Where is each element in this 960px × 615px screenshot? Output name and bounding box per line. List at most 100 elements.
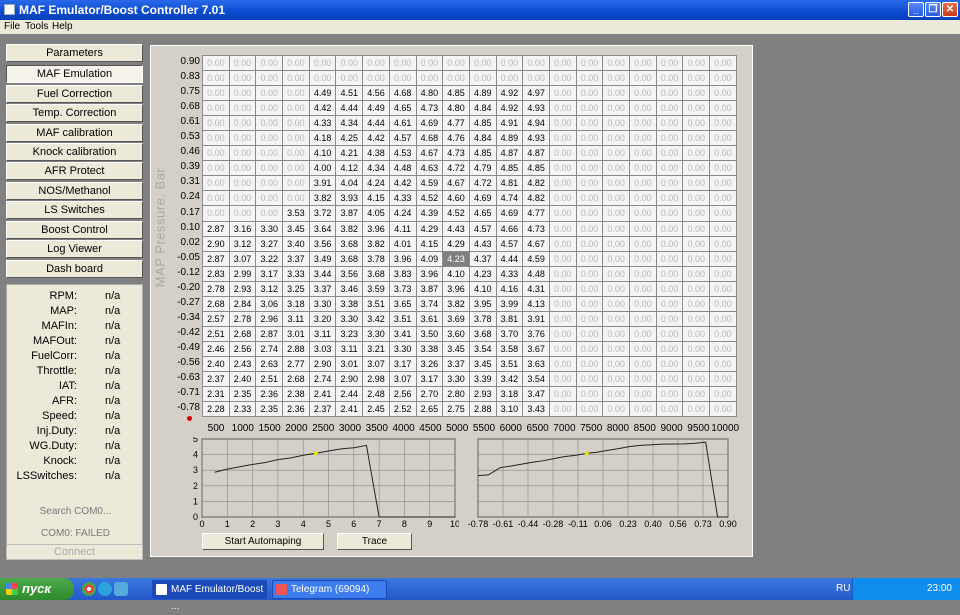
table-cell[interactable]: 4.79: [468, 160, 497, 177]
table-cell[interactable]: 2.88: [468, 401, 497, 418]
table-cell[interactable]: 4.92: [495, 85, 524, 102]
table-cell[interactable]: 0.00: [709, 370, 737, 388]
table-cell[interactable]: 4.29: [415, 220, 444, 237]
table-cell[interactable]: 0.00: [682, 340, 711, 357]
table-cell[interactable]: 4.12: [335, 160, 364, 177]
menu-tools[interactable]: Tools: [25, 21, 48, 32]
table-cell[interactable]: 0.00: [709, 220, 737, 237]
table-cell[interactable]: 0.00: [709, 401, 737, 418]
task-maf-emulator[interactable]: MAF Emulator/Boost ...: [152, 580, 267, 612]
table-cell[interactable]: 0.00: [682, 386, 711, 403]
table-cell[interactable]: 4.74: [495, 190, 524, 207]
table-cell[interactable]: 4.84: [468, 130, 497, 147]
table-cell[interactable]: 0.00: [548, 370, 577, 388]
table-cell[interactable]: 4.39: [415, 205, 444, 222]
table-cell[interactable]: 0.00: [548, 401, 577, 418]
table-cell[interactable]: 0.00: [228, 115, 257, 132]
table-cell[interactable]: 3.70: [495, 325, 524, 342]
table-cell[interactable]: 0.00: [655, 190, 684, 207]
table-cell[interactable]: 0.00: [709, 340, 737, 357]
table-cell[interactable]: 4.80: [442, 100, 470, 117]
table-cell[interactable]: 0.00: [282, 160, 310, 177]
table-cell[interactable]: 0.00: [602, 250, 630, 267]
table-cell[interactable]: 0.00: [602, 175, 630, 192]
table-cell[interactable]: 0.00: [228, 145, 257, 162]
table-cell[interactable]: 0.00: [575, 175, 604, 192]
table-cell[interactable]: 0.00: [709, 235, 737, 252]
table-cell[interactable]: 0.00: [629, 160, 657, 177]
table-cell[interactable]: 2.36: [282, 401, 310, 418]
table-cell[interactable]: 4.82: [522, 175, 550, 192]
table-cell[interactable]: 0.00: [575, 160, 604, 177]
table-cell[interactable]: 3.12: [228, 235, 257, 252]
table-cell[interactable]: 4.89: [468, 85, 497, 102]
table-cell[interactable]: 0.00: [388, 54, 417, 72]
table-cell[interactable]: 3.25: [282, 280, 310, 297]
table-cell[interactable]: 0.00: [629, 70, 657, 87]
table-cell[interactable]: 0.00: [709, 265, 737, 282]
table-cell[interactable]: 4.59: [415, 175, 444, 192]
table-cell[interactable]: 3.96: [362, 220, 390, 237]
table-cell[interactable]: 0.00: [602, 325, 630, 342]
table-cell[interactable]: 3.44: [308, 265, 337, 282]
table-cell[interactable]: 0.00: [548, 310, 577, 327]
table-cell[interactable]: 4.97: [522, 85, 550, 102]
table-cell[interactable]: 0.00: [655, 325, 684, 342]
table-cell[interactable]: 4.49: [308, 85, 337, 102]
table-cell[interactable]: 0.00: [282, 70, 310, 87]
table-cell[interactable]: 3.22: [255, 250, 284, 267]
table-cell[interactable]: 2.40: [228, 370, 257, 388]
table-cell[interactable]: 4.42: [308, 100, 337, 117]
table-cell[interactable]: 0.00: [202, 145, 230, 162]
table-cell[interactable]: 0.00: [575, 401, 604, 418]
nav-maf-emulation[interactable]: MAF Emulation: [6, 65, 143, 83]
table-cell[interactable]: 4.05: [362, 205, 390, 222]
table-cell[interactable]: 0.00: [709, 250, 737, 267]
table-cell[interactable]: 2.36: [255, 386, 284, 403]
table-cell[interactable]: 4.85: [468, 145, 497, 162]
table-cell[interactable]: 3.56: [335, 265, 364, 282]
table-cell[interactable]: 2.38: [282, 386, 310, 403]
table-cell[interactable]: 3.64: [308, 220, 337, 237]
table-cell[interactable]: 0.00: [575, 310, 604, 327]
table-cell[interactable]: 0.00: [548, 220, 577, 237]
table-cell[interactable]: 3.51: [388, 310, 417, 327]
table-cell[interactable]: 4.43: [468, 235, 497, 252]
table-cell[interactable]: 3.07: [388, 370, 417, 388]
table-cell[interactable]: 3.30: [362, 325, 390, 342]
table-cell[interactable]: 0.00: [682, 295, 711, 312]
table-cell[interactable]: 0.00: [575, 370, 604, 388]
table-cell[interactable]: 2.31: [202, 386, 230, 403]
table-cell[interactable]: 0.00: [682, 54, 711, 72]
table-cell[interactable]: 2.87: [202, 250, 230, 267]
table-cell[interactable]: 0.00: [522, 70, 550, 87]
table-cell[interactable]: 0.00: [282, 145, 310, 162]
table-cell[interactable]: 4.85: [468, 115, 497, 132]
table-cell[interactable]: 2.93: [468, 386, 497, 403]
table-cell[interactable]: 0.00: [709, 310, 737, 327]
table-cell[interactable]: 0.00: [682, 265, 711, 282]
table-cell[interactable]: 4.67: [415, 145, 444, 162]
table-cell[interactable]: 0.00: [655, 54, 684, 72]
table-cell[interactable]: 0.00: [682, 190, 711, 207]
table-cell[interactable]: 3.18: [495, 386, 524, 403]
table-cell[interactable]: 0.00: [282, 130, 310, 147]
table-cell[interactable]: 3.47: [522, 386, 550, 403]
table-cell[interactable]: 0.00: [202, 190, 230, 207]
table-cell[interactable]: 2.84: [228, 295, 257, 312]
table-cell[interactable]: 2.83: [202, 265, 230, 282]
table-cell[interactable]: 0.00: [629, 205, 657, 222]
table-cell[interactable]: 0.00: [682, 370, 711, 388]
table-cell[interactable]: 0.00: [255, 130, 284, 147]
table-cell[interactable]: 3.59: [362, 280, 390, 297]
table-cell[interactable]: 0.00: [682, 220, 711, 237]
table-cell[interactable]: 3.46: [335, 280, 364, 297]
table-cell[interactable]: 0.00: [629, 145, 657, 162]
table-cell[interactable]: 4.11: [388, 220, 417, 237]
table-cell[interactable]: 0.00: [602, 401, 630, 418]
table-cell[interactable]: 3.69: [442, 310, 470, 327]
table-cell[interactable]: 0.00: [548, 325, 577, 342]
table-cell[interactable]: 0.00: [575, 145, 604, 162]
table-cell[interactable]: 0.00: [602, 235, 630, 252]
table-cell[interactable]: 4.85: [522, 160, 550, 177]
